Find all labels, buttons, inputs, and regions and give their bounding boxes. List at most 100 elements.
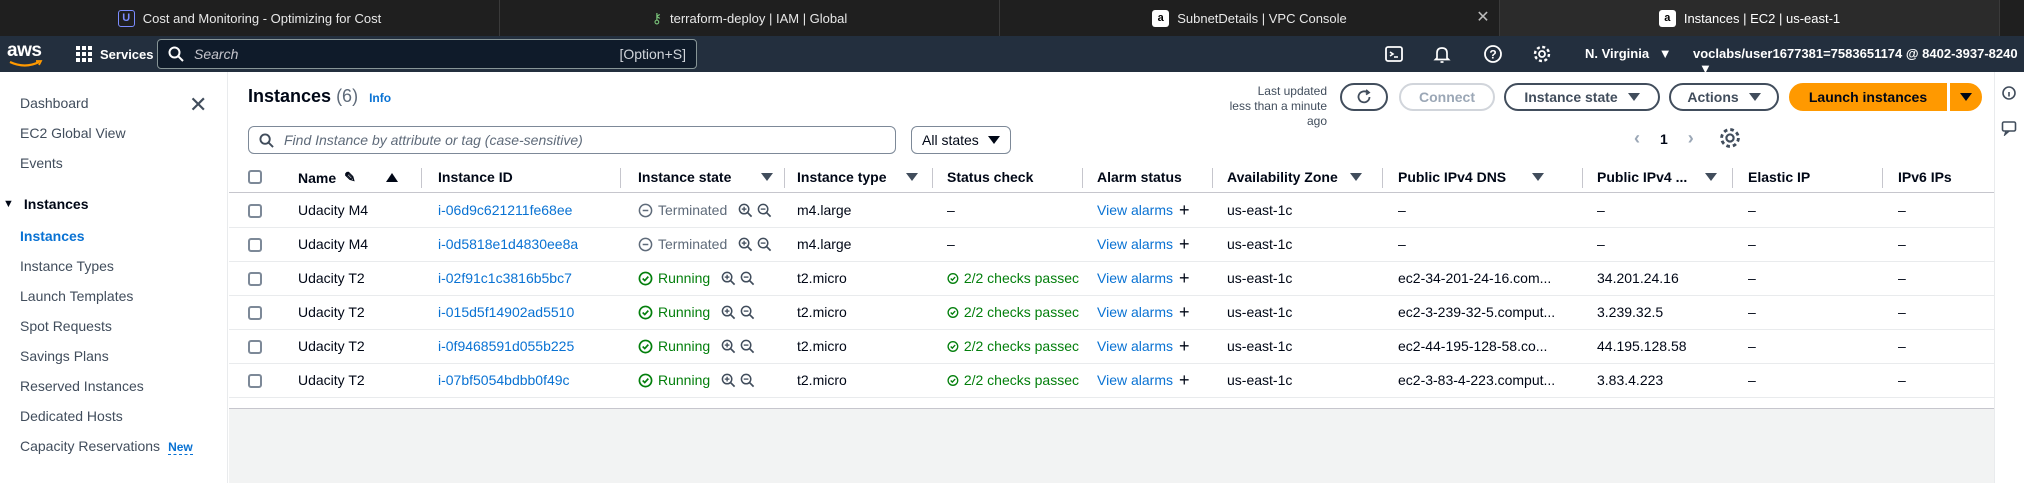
nav-item-instance-types[interactable]: Instance Types — [20, 258, 114, 274]
actions-button[interactable]: Actions — [1669, 83, 1779, 111]
add-alarm-icon[interactable]: + — [1179, 304, 1190, 320]
table-settings-gear-icon[interactable] — [1718, 126, 1742, 150]
nav-item-capacity-reservations[interactable]: Capacity Reservations New — [20, 438, 193, 455]
tab-title: terraform-deploy | IAM | Global — [670, 10, 848, 26]
chevron-left-icon[interactable]: ‹ — [1634, 128, 1640, 149]
help-icon[interactable]: ? — [1483, 44, 1503, 64]
column-header-status-check[interactable]: Status check — [947, 169, 1033, 185]
add-alarm-icon[interactable]: + — [1179, 372, 1190, 388]
column-header-instance-type[interactable]: Instance type — [797, 169, 919, 185]
instance-id-link[interactable]: i-015d5f14902ad5510 — [438, 304, 574, 320]
zoom-in-icon[interactable] — [721, 339, 736, 354]
table-row[interactable]: Udacity M4 i-0d5818e1d4830ee8a Terminated m… — [229, 228, 1994, 262]
row-checkbox[interactable] — [248, 340, 262, 354]
refresh-button[interactable] — [1340, 83, 1388, 111]
add-alarm-icon[interactable]: + — [1179, 338, 1190, 354]
instance-id-link[interactable]: i-0d5818e1d4830ee8a — [438, 236, 578, 252]
view-alarms-link[interactable]: View alarms — [1097, 372, 1173, 388]
column-header-alarm-status[interactable]: Alarm status — [1097, 169, 1182, 185]
feedback-icon[interactable] — [2001, 120, 2017, 136]
view-alarms-link[interactable]: View alarms — [1097, 202, 1173, 218]
nav-section-instances[interactable]: ▼ Instances — [3, 196, 88, 212]
column-header-ipv6-ips[interactable]: IPv6 IPs — [1898, 169, 1952, 185]
aws-logo[interactable]: aws — [6, 39, 50, 69]
zoom-in-icon[interactable] — [738, 203, 753, 218]
nav-item-savings-plans[interactable]: Savings Plans — [20, 348, 109, 364]
instance-id-link[interactable]: i-07bf5054bdbb0f49c — [438, 372, 570, 388]
connect-button[interactable]: Connect — [1399, 83, 1495, 111]
close-icon[interactable]: ✕ — [189, 92, 207, 118]
row-checkbox[interactable] — [248, 238, 262, 252]
bell-icon[interactable] — [1432, 44, 1452, 64]
column-header-name[interactable]: Name ✎ — [298, 169, 398, 186]
zoom-out-icon[interactable] — [757, 237, 772, 252]
view-alarms-link[interactable]: View alarms — [1097, 304, 1173, 320]
launch-instances-button[interactable]: Launch instances — [1789, 83, 1947, 111]
table-row[interactable]: Udacity T2 i-07bf5054bdbb0f49c Running t2.m… — [229, 364, 1994, 398]
browser-tab-iam[interactable]: ⚷ terraform-deploy | IAM | Global — [500, 0, 1000, 36]
view-alarms-link[interactable]: View alarms — [1097, 338, 1173, 354]
nav-item-instances[interactable]: Instances — [20, 228, 85, 244]
column-header-availability-zone[interactable]: Availability Zone — [1227, 169, 1362, 185]
column-header-instance-id[interactable]: Instance ID — [438, 169, 513, 185]
nav-item-launch-templates[interactable]: Launch Templates — [20, 288, 133, 304]
nav-item-dedicated-hosts[interactable]: Dedicated Hosts — [20, 408, 123, 424]
zoom-out-icon[interactable] — [740, 339, 755, 354]
table-row[interactable]: Udacity T2 i-02f91c1c3816b5bc7 Running t2.m… — [229, 262, 1994, 296]
page-number[interactable]: 1 — [1660, 131, 1668, 147]
zoom-out-icon[interactable] — [757, 203, 772, 218]
zoom-in-icon[interactable] — [721, 305, 736, 320]
add-alarm-icon[interactable]: + — [1179, 236, 1190, 252]
column-header-elastic-ip[interactable]: Elastic IP — [1748, 169, 1810, 185]
browser-tab-vpc[interactable]: a SubnetDetails | VPC Console ✕ — [1000, 0, 1500, 36]
info-panel-icon[interactable] — [2001, 85, 2017, 101]
column-header-public-ipv4[interactable]: Public IPv4 ... — [1597, 169, 1718, 185]
gear-icon[interactable] — [1532, 44, 1552, 64]
launch-instances-dropdown[interactable] — [1950, 83, 1982, 111]
zoom-out-icon[interactable] — [740, 305, 755, 320]
zoom-in-icon[interactable] — [721, 373, 736, 388]
console-search-input[interactable]: Search [Option+S] — [157, 39, 697, 69]
instance-state-button[interactable]: Instance state — [1504, 83, 1660, 111]
cloudshell-icon[interactable] — [1384, 44, 1404, 64]
row-checkbox[interactable] — [248, 374, 262, 388]
row-checkbox[interactable] — [248, 306, 262, 320]
instance-filter-input[interactable]: Find Instance by attribute or tag (case-… — [248, 126, 896, 154]
status-check: – — [947, 202, 955, 218]
table-row[interactable]: Udacity T2 i-015d5f14902ad5510 Running t2.m… — [229, 296, 1994, 330]
instance-id-link[interactable]: i-06d9c621211fe68ee — [438, 202, 572, 218]
row-checkbox[interactable] — [248, 272, 262, 286]
view-alarms-link[interactable]: View alarms — [1097, 270, 1173, 286]
state-filter-select[interactable]: All states — [911, 126, 1011, 154]
nav-link-ec2-global-view[interactable]: EC2 Global View — [20, 125, 126, 141]
view-alarms-link[interactable]: View alarms — [1097, 236, 1173, 252]
row-checkbox[interactable] — [248, 204, 262, 218]
zoom-in-icon[interactable] — [738, 237, 753, 252]
instance-name: Udacity T2 — [298, 270, 365, 286]
table-row[interactable]: Udacity M4 i-06d9c621211fe68ee Terminated m… — [229, 194, 1994, 228]
browser-tab-ec2[interactable]: a Instances | EC2 | us-east-1 — [1500, 0, 2000, 36]
public-ipv4-address: 44.195.128.58 — [1597, 338, 1687, 354]
zoom-out-icon[interactable] — [740, 271, 755, 286]
zoom-in-icon[interactable] — [721, 271, 736, 286]
close-tab-icon[interactable]: ✕ — [1473, 8, 1493, 28]
chevron-right-icon[interactable]: › — [1688, 128, 1694, 149]
add-alarm-icon[interactable]: + — [1179, 202, 1190, 218]
browser-tab-cost[interactable]: U Cost and Monitoring - Optimizing for C… — [0, 0, 500, 36]
nav-item-spot-requests[interactable]: Spot Requests — [20, 318, 112, 334]
ipv6-ips: – — [1898, 202, 1906, 218]
zoom-out-icon[interactable] — [740, 373, 755, 388]
nav-item-reserved-instances[interactable]: Reserved Instances — [20, 378, 144, 394]
services-menu-button[interactable]: Services — [76, 46, 154, 62]
nav-link-dashboard[interactable]: Dashboard — [20, 95, 89, 111]
table-row[interactable]: Udacity T2 i-0f9468591d055b225 Running t2.m… — [229, 330, 1994, 364]
info-link[interactable]: Info — [369, 91, 391, 105]
nav-link-events[interactable]: Events — [20, 155, 63, 171]
column-header-public-ipv4-dns[interactable]: Public IPv4 DNS — [1398, 169, 1545, 185]
region-selector[interactable]: N. Virginia ▼ — [1585, 46, 1672, 61]
instance-id-link[interactable]: i-02f91c1c3816b5bc7 — [438, 270, 572, 286]
instance-id-link[interactable]: i-0f9468591d055b225 — [438, 338, 574, 354]
select-all-checkbox[interactable] — [248, 170, 262, 184]
add-alarm-icon[interactable]: + — [1179, 270, 1190, 286]
column-header-instance-state[interactable]: Instance state — [638, 169, 774, 185]
